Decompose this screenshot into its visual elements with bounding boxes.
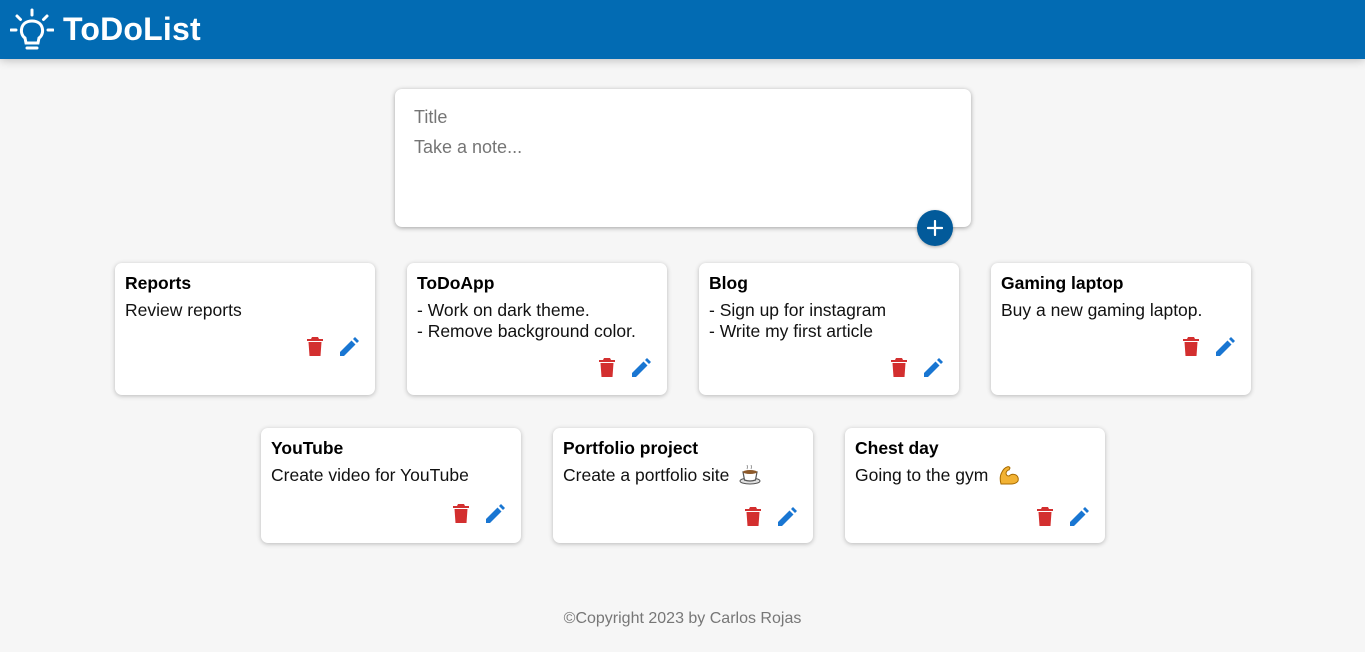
trash-icon xyxy=(1037,506,1053,526)
note-title: YouTube xyxy=(271,438,344,458)
note-card: Blog - Sign up for instagram - Write my … xyxy=(699,263,959,395)
pencil-icon xyxy=(1069,506,1089,526)
edit-note-button[interactable] xyxy=(630,356,652,378)
delete-note-button[interactable] xyxy=(596,356,618,378)
flexed-biceps-icon xyxy=(999,466,1019,485)
note-title-input[interactable] xyxy=(414,107,952,128)
plus-icon xyxy=(927,220,943,236)
note-card: Reports Review reports xyxy=(115,263,375,395)
note-title: ToDoApp xyxy=(417,273,495,293)
delete-note-button[interactable] xyxy=(742,505,764,527)
note-card: Gaming laptop Buy a new gaming laptop. xyxy=(991,263,1251,395)
note-card: YouTube Create video for YouTube xyxy=(261,428,521,543)
note-content: - Write my first article xyxy=(709,321,873,341)
note-card: ToDoApp - Work on dark theme. - Remove b… xyxy=(407,263,667,395)
note-card: Portfolio project Create a portfolio sit… xyxy=(553,428,813,543)
delete-note-button[interactable] xyxy=(1180,335,1202,357)
note-content: Review reports xyxy=(125,300,242,320)
note-title: Chest day xyxy=(855,438,939,458)
edit-note-button[interactable] xyxy=(1068,505,1090,527)
app-title: ToDoList xyxy=(63,11,201,47)
note-content: Going to the gym xyxy=(855,465,1095,486)
note-content-text: Going to the gym xyxy=(855,465,989,485)
note-content-text: Create a portfolio site xyxy=(563,465,730,485)
note-content: - Work on dark theme. xyxy=(417,300,590,320)
note-content: - Sign up for instagram xyxy=(709,300,887,320)
delete-note-button[interactable] xyxy=(888,356,910,378)
app-header: ToDoList xyxy=(0,0,1365,59)
trash-icon xyxy=(891,357,907,377)
delete-note-button[interactable] xyxy=(1034,505,1056,527)
trash-icon xyxy=(599,357,615,377)
note-title: Reports xyxy=(125,273,192,293)
note-content: Buy a new gaming laptop. xyxy=(1001,300,1203,320)
note-content: Create a portfolio site xyxy=(563,465,803,486)
coffee-icon xyxy=(739,465,761,485)
footer-copyright: ©Copyright 2023 by Carlos Rojas xyxy=(563,610,802,627)
create-note-form xyxy=(395,89,971,227)
note-content: - Remove background color. xyxy=(417,321,636,341)
note-title: Gaming laptop xyxy=(1001,273,1124,293)
pencil-icon xyxy=(485,503,505,523)
trash-icon xyxy=(745,506,761,526)
edit-note-button[interactable] xyxy=(1214,335,1236,357)
note-content: Create video for YouTube xyxy=(271,465,469,485)
lightbulb-icon xyxy=(10,8,54,49)
note-title: Blog xyxy=(709,273,748,293)
edit-note-button[interactable] xyxy=(484,502,506,524)
pencil-icon xyxy=(777,506,797,526)
pencil-icon xyxy=(631,357,651,377)
pencil-icon xyxy=(1215,336,1235,356)
edit-note-button[interactable] xyxy=(922,356,944,378)
pencil-icon xyxy=(339,336,359,356)
delete-note-button[interactable] xyxy=(450,502,472,524)
trash-icon xyxy=(453,503,469,523)
note-title: Portfolio project xyxy=(563,438,699,458)
edit-note-button[interactable] xyxy=(776,505,798,527)
delete-note-button[interactable] xyxy=(304,335,326,357)
note-card: Chest day Going to the gym xyxy=(845,428,1105,543)
note-content-input[interactable] xyxy=(414,137,952,197)
trash-icon xyxy=(307,336,323,356)
add-note-button[interactable] xyxy=(917,210,953,246)
pencil-icon xyxy=(923,357,943,377)
trash-icon xyxy=(1183,336,1199,356)
edit-note-button[interactable] xyxy=(338,335,360,357)
